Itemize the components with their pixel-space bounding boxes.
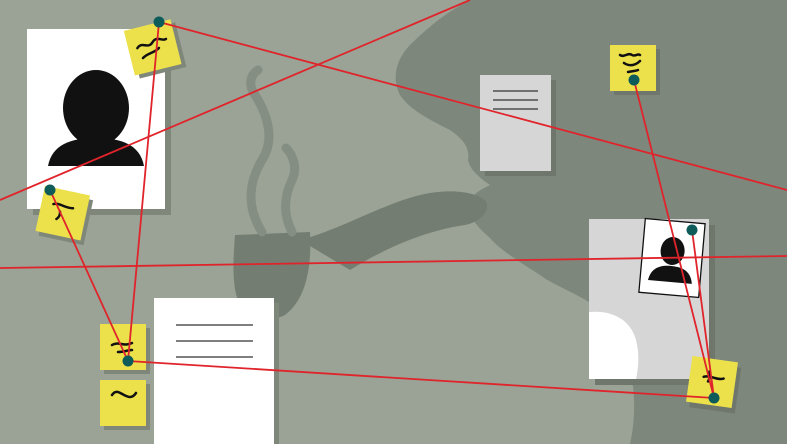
sticky-note-bottom-left-upper xyxy=(100,324,150,374)
sticky-note-left-middle xyxy=(35,185,94,246)
sticky-note-bottom-left-lower xyxy=(100,380,150,430)
pushpin-icon xyxy=(686,224,698,236)
pushpin-icon xyxy=(628,74,640,86)
document-bottom xyxy=(154,298,279,444)
pushpin-icon xyxy=(44,184,56,196)
sticky-note-bottom-right xyxy=(686,356,742,414)
pushpin-icon xyxy=(708,392,720,404)
evidence-board xyxy=(0,0,787,444)
pushpin-icon xyxy=(122,355,134,367)
detective-scene xyxy=(0,0,787,444)
pushpin-icon xyxy=(153,16,165,28)
